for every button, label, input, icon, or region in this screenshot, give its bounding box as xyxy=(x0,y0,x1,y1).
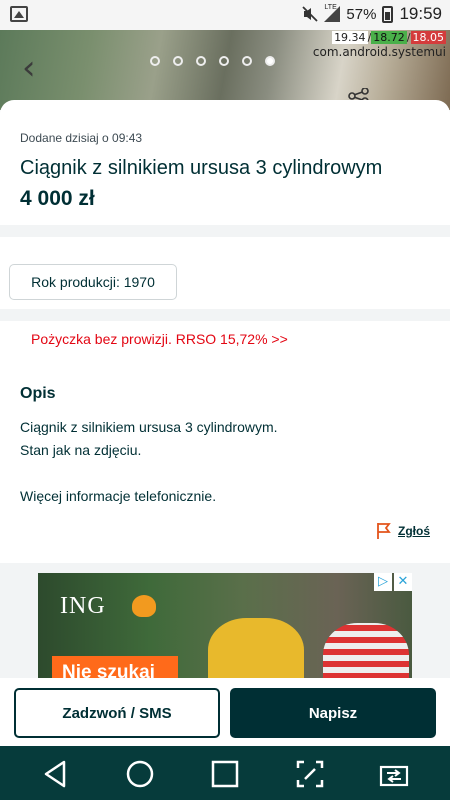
param-production-year: Rok produkcji: 1970 xyxy=(9,264,177,300)
mute-icon xyxy=(302,6,319,22)
pagination-dot[interactable] xyxy=(219,56,229,66)
signal-icon: LTE xyxy=(324,4,341,22)
overlay-value-1: 19.34 xyxy=(332,31,368,44)
gallery-pagination xyxy=(150,56,275,66)
description-line: Więcej informacje telefonicznie. xyxy=(20,488,217,504)
description-line: Stan jak na zdjęciu. xyxy=(20,442,142,458)
listing-title: Ciągnik z silnikiem ursusa 3 cylindrowym xyxy=(20,157,383,179)
loan-banner: Pożyczka bez prowizji. RRSO 15,72% >> xyxy=(0,321,450,366)
pagination-dot-active[interactable] xyxy=(265,56,275,66)
status-icons: LTE 57% 19:59 xyxy=(302,4,442,24)
description-spacer xyxy=(20,462,278,485)
added-date: Dodane dzisiaj o 09:43 xyxy=(20,131,143,145)
call-sms-button[interactable]: Zadzwoń / SMS xyxy=(14,688,220,738)
description-heading: Opis xyxy=(20,385,56,402)
recents-square-icon[interactable] xyxy=(209,758,241,790)
pagination-dot[interactable] xyxy=(196,56,206,66)
overlay-value-3: 18.05 xyxy=(410,31,446,44)
action-bar: Zadzwoń / SMS Napisz xyxy=(0,678,450,746)
photo-gallery[interactable]: ‹ 19.34/18.72/18.05 com.android.systemui xyxy=(0,30,450,110)
lion-logo-icon xyxy=(132,595,156,617)
network-type-label: LTE xyxy=(324,4,337,11)
battery-icon xyxy=(382,5,394,23)
system-navigation-bar xyxy=(0,746,450,800)
dual-window-icon[interactable] xyxy=(378,758,410,790)
ad-image-person xyxy=(208,618,304,683)
write-message-button[interactable]: Napisz xyxy=(230,688,436,738)
overlay-package: com.android.systemui xyxy=(312,45,446,59)
adchoices-icon[interactable]: ▷ xyxy=(374,573,392,591)
status-bar: LTE 57% 19:59 xyxy=(0,0,450,30)
back-triangle-icon[interactable] xyxy=(40,758,72,790)
listing-params: Rok produkcji: 1970 xyxy=(0,237,450,309)
home-circle-icon[interactable] xyxy=(124,758,156,790)
ad-close-icon[interactable]: ✕ xyxy=(394,573,412,591)
pagination-dot[interactable] xyxy=(173,56,183,66)
report-label: Zgłoś xyxy=(398,524,430,538)
ad-brand: ING xyxy=(60,593,106,619)
description-line: Ciągnik z silnikiem ursusa 3 cylindrowym… xyxy=(20,419,278,435)
ad-choices: ▷ ✕ xyxy=(374,573,412,591)
description-text: Ciągnik z silnikiem ursusa 3 cylindrowym… xyxy=(20,416,278,508)
screenshot-edit-icon[interactable] xyxy=(294,758,326,790)
debug-overlay: 19.34/18.72/18.05 com.android.systemui xyxy=(312,31,446,59)
listing-header: Dodane dzisiaj o 09:43 Ciągnik z silniki… xyxy=(0,100,450,225)
description-section: Opis Ciągnik z silnikiem ursusa 3 cylind… xyxy=(0,366,450,563)
advertisement[interactable]: ING Nie szukaj ▷ ✕ xyxy=(38,573,412,683)
flag-icon xyxy=(377,523,391,539)
overlay-value-2: 18.72 xyxy=(371,31,407,44)
report-button[interactable]: Zgłoś xyxy=(376,522,430,540)
ad-image-person xyxy=(323,623,409,683)
pagination-dot[interactable] xyxy=(150,56,160,66)
screen: LTE 57% 19:59 ‹ 19.34/18.72/18.05 com.an… xyxy=(0,0,450,800)
pagination-dot[interactable] xyxy=(242,56,252,66)
gallery-notification-icon xyxy=(10,6,28,22)
back-button[interactable]: ‹ xyxy=(22,48,36,88)
battery-percent: 57% xyxy=(346,5,377,23)
clock: 19:59 xyxy=(399,4,442,23)
loan-link[interactable]: Pożyczka bez prowizji. RRSO 15,72% >> xyxy=(31,331,288,347)
listing-price: 4 000 zł xyxy=(20,187,95,210)
